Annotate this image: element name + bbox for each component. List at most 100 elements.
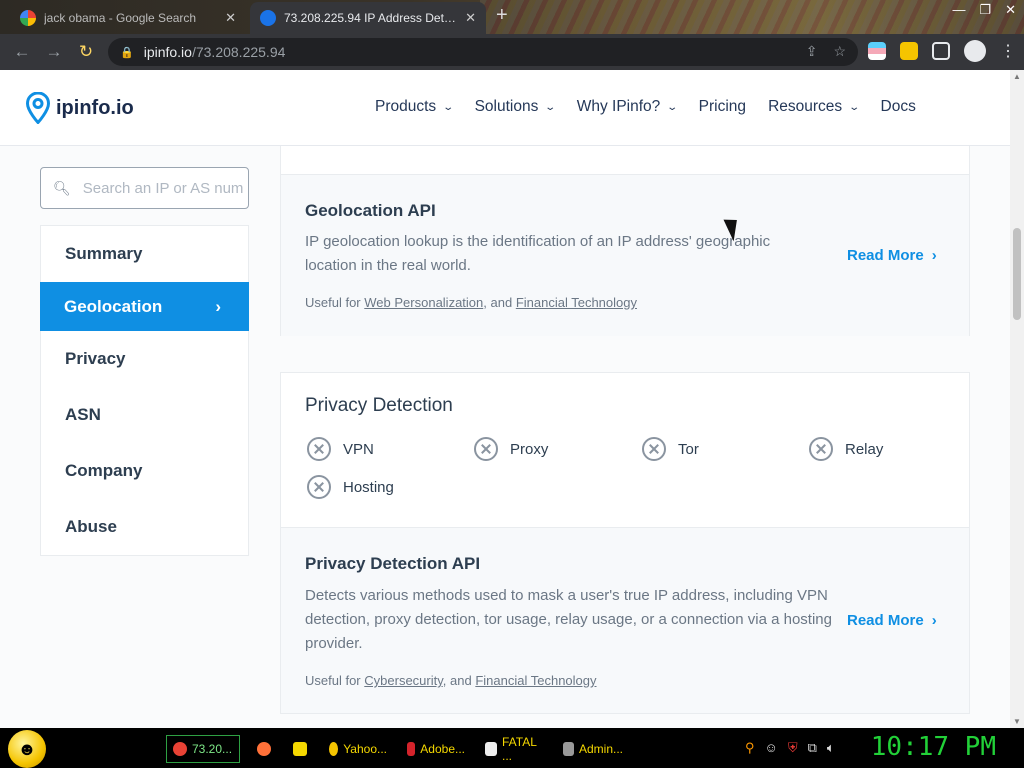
scroll-up-arrow-icon[interactable]: ▲ <box>1013 72 1021 81</box>
forward-arrow-icon[interactable]: → <box>38 42 70 62</box>
tab-title: 73.208.225.94 IP Address Details <box>284 11 460 25</box>
nav-docs[interactable]: Docs <box>881 98 916 116</box>
page-scrollbar[interactable]: ▲ ▼ <box>1010 70 1024 728</box>
taskbar-label: FATAL ... <box>502 735 537 763</box>
taskbar-folder[interactable] <box>286 735 314 763</box>
chevron-down-icon: ⌄ <box>544 101 557 113</box>
x-circle-icon <box>642 437 666 461</box>
x-circle-icon <box>809 437 833 461</box>
scroll-down-arrow-icon[interactable]: ▼ <box>1013 717 1021 726</box>
taskbar-admin[interactable]: Admin... <box>556 735 630 763</box>
privacy-detection-title: Privacy Detection <box>305 395 453 416</box>
main-nav: Products ⌄ Solutions ⌄ Why IPinfo? ⌄ Pricin… <box>375 98 916 116</box>
volume-icon[interactable]: 🔈︎ <box>827 740 835 756</box>
nav-label: Why IPinfo? <box>576 98 661 115</box>
menu-kebab-icon[interactable]: ⋮ <box>1000 41 1016 61</box>
reload-icon[interactable]: ↻ <box>70 42 102 62</box>
puzzle-piece-icon[interactable] <box>900 42 918 60</box>
new-tab-button[interactable]: + <box>496 4 508 27</box>
nav-solutions[interactable]: Solutions ⌄ <box>475 98 557 116</box>
sidebar-item-geolocation[interactable]: Geolocation › <box>40 282 249 331</box>
sidebar-item-asn[interactable]: ASN <box>41 387 248 443</box>
privacy-read-more-link[interactable]: Read More › <box>847 612 937 629</box>
taskbar-firefox[interactable] <box>250 735 278 763</box>
taskbar-label: 73.20... <box>192 742 233 756</box>
location-pin-icon <box>26 92 50 124</box>
browser-tab-google-search[interactable]: jack obama - Google Search ✕ <box>10 2 246 34</box>
privacy-item-label: VPN <box>343 440 374 458</box>
web-personalization-link[interactable]: Web Personalization <box>364 295 483 310</box>
lock-icon: 🔒 <box>120 46 134 59</box>
privacy-use-cases: Useful for Cybersecurity, and Financial … <box>305 673 597 688</box>
taskbar-label: Yahoo... <box>343 742 387 756</box>
sidebar-item-privacy[interactable]: Privacy <box>41 331 248 387</box>
site-logo[interactable]: ipinfo.io <box>26 92 134 124</box>
security-tray-icon[interactable]: ⛨ <box>788 740 798 756</box>
privacy-item-label: Tor <box>678 440 699 458</box>
close-tab-icon[interactable]: ✕ <box>225 10 236 26</box>
taskbar-clock[interactable]: 10:17 PM <box>871 732 996 762</box>
nav-resources[interactable]: Resources ⌄ <box>768 98 861 116</box>
network-tray-icon[interactable]: ⧉ <box>808 740 817 756</box>
financial-technology-link[interactable]: Financial Technology <box>516 295 637 310</box>
chrome-icon <box>173 742 187 756</box>
ip-search-input[interactable] <box>82 179 243 197</box>
close-window-icon[interactable]: ✕ <box>1005 2 1016 18</box>
privacy-item-label: Hosting <box>343 478 394 496</box>
nav-label: Docs <box>880 98 916 115</box>
nav-why-ipinfo[interactable]: Why IPinfo? ⌄ <box>576 98 679 116</box>
financial-technology-link[interactable]: Financial Technology <box>475 673 596 688</box>
read-more-label: Read More <box>847 612 924 629</box>
chevron-right-icon: › <box>931 612 937 629</box>
sidebar-item-label: Geolocation <box>64 296 163 316</box>
privacy-item-tor: Tor <box>642 437 699 461</box>
address-bar[interactable]: 🔒 ipinfo.io /73.208.225.94 ⇪ ☆ <box>108 38 858 66</box>
privacy-item-relay: Relay <box>809 437 883 461</box>
profile-avatar-icon[interactable] <box>964 40 986 62</box>
chevron-down-icon: ⌄ <box>848 101 861 113</box>
geolocation-use-cases: Useful for Web Personalization, and Fina… <box>305 295 637 310</box>
taskbar-yahoo[interactable]: Yahoo... <box>322 735 394 763</box>
side-panel-icon[interactable] <box>932 42 950 60</box>
folder-icon <box>293 742 307 756</box>
ip-search-box[interactable]: 🔍︎ <box>40 167 249 209</box>
privacy-detection-card: Privacy Detection VPN Proxy Tor Relay Ho… <box>280 372 970 714</box>
taskbar-label: Adobe... <box>420 742 465 756</box>
nav-products[interactable]: Products ⌄ <box>375 98 454 116</box>
minimize-icon[interactable]: — <box>952 2 965 18</box>
cybersecurity-link[interactable]: Cybersecurity <box>364 673 443 688</box>
taskbar-fatal[interactable]: FATAL ... <box>478 735 550 763</box>
geolocation-api-title: Geolocation API <box>305 201 436 220</box>
maximize-icon[interactable]: ❐ <box>979 2 991 18</box>
start-button-smiley-icon[interactable]: ☻ <box>8 730 46 768</box>
privacy-item-label: Proxy <box>510 440 549 458</box>
scrollbar-thumb[interactable] <box>1013 228 1021 320</box>
sidebar-item-company[interactable]: Company <box>41 443 248 499</box>
sidebar-item-summary[interactable]: Summary <box>41 226 248 282</box>
browser-tab-ipinfo[interactable]: 73.208.225.94 IP Address Details ✕ <box>250 2 486 34</box>
back-arrow-icon[interactable]: ← <box>6 42 38 62</box>
sidebar-item-label: Abuse <box>65 517 117 536</box>
browser-tab-strip: jack obama - Google Search ✕ 73.208.225.… <box>0 0 1024 34</box>
bookmark-star-icon[interactable]: ☆ <box>833 43 846 60</box>
x-circle-icon <box>307 437 331 461</box>
useful-prefix: Useful for <box>305 295 361 310</box>
nav-pricing[interactable]: Pricing <box>699 98 746 116</box>
nav-label: Products <box>375 98 437 115</box>
taskbar-adobe[interactable]: Adobe... <box>400 735 472 763</box>
close-tab-icon[interactable]: ✕ <box>465 10 476 26</box>
extension-flag-icon[interactable] <box>868 42 886 60</box>
search-magnifier-icon[interactable]: ⚲ <box>745 740 755 756</box>
messenger-tray-icon[interactable]: ☺ <box>765 740 778 756</box>
chevron-right-icon: › <box>215 296 221 316</box>
share-icon[interactable]: ⇪ <box>806 43 818 60</box>
taskbar-chrome[interactable]: 73.20... <box>166 735 240 763</box>
privacy-item-hosting: Hosting <box>307 475 394 499</box>
google-icon <box>20 10 36 26</box>
nav-label: Resources <box>768 98 843 115</box>
geolocation-read-more-link[interactable]: Read More › <box>847 247 937 264</box>
sidebar-item-abuse[interactable]: Abuse <box>41 499 248 555</box>
yahoo-messenger-icon <box>329 742 339 756</box>
site-header: ipinfo.io Products ⌄ Solutions ⌄ Why IPinf… <box>0 70 1010 146</box>
read-more-label: Read More <box>847 247 924 264</box>
